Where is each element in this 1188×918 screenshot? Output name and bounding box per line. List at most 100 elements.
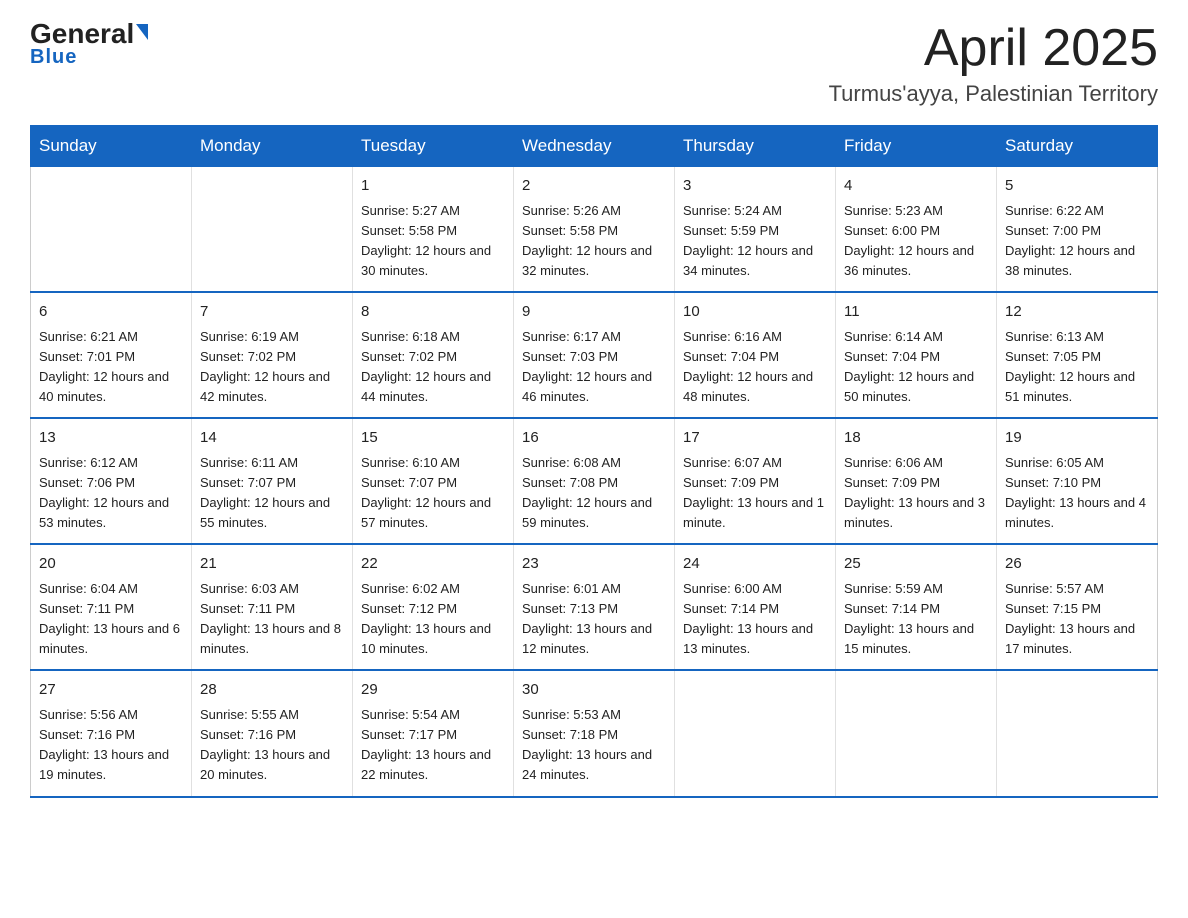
day-info: Sunrise: 5:57 AM Sunset: 7:15 PM Dayligh… — [1005, 579, 1149, 660]
calendar-cell: 9 Sunrise: 6:17 AM Sunset: 7:03 PM Daylig… — [514, 292, 675, 418]
calendar-week-row: 20 Sunrise: 6:04 AM Sunset: 7:11 PM Dayli… — [31, 544, 1158, 670]
day-number: 29 — [361, 679, 505, 702]
weekday-header-wednesday: Wednesday — [514, 126, 675, 167]
calendar-week-row: 1 Sunrise: 5:27 AM Sunset: 5:58 PM Daylig… — [31, 167, 1158, 293]
day-number: 11 — [844, 301, 988, 324]
day-info: Sunrise: 6:11 AM Sunset: 7:07 PM Dayligh… — [200, 453, 344, 534]
day-info: Sunrise: 6:19 AM Sunset: 7:02 PM Dayligh… — [200, 327, 344, 408]
day-info: Sunrise: 6:05 AM Sunset: 7:10 PM Dayligh… — [1005, 453, 1149, 534]
day-info: Sunrise: 5:27 AM Sunset: 5:58 PM Dayligh… — [361, 201, 505, 282]
calendar-cell: 17 Sunrise: 6:07 AM Sunset: 7:09 PM Dayli… — [675, 418, 836, 544]
day-info: Sunrise: 6:12 AM Sunset: 7:06 PM Dayligh… — [39, 453, 183, 534]
day-info: Sunrise: 6:14 AM Sunset: 7:04 PM Dayligh… — [844, 327, 988, 408]
day-number: 25 — [844, 553, 988, 576]
calendar-cell — [675, 670, 836, 796]
calendar-cell: 6Sunrise: 6:21 AM Sunset: 7:01 PM Daylig… — [31, 292, 192, 418]
day-number: 17 — [683, 427, 827, 450]
calendar-cell: 15Sunrise: 6:10 AM Sunset: 7:07 PM Dayli… — [353, 418, 514, 544]
calendar-cell: 21 Sunrise: 6:03 AM Sunset: 7:11 PM Dayli… — [192, 544, 353, 670]
weekday-row: SundayMondayTuesdayWednesdayThursdayFrid… — [31, 126, 1158, 167]
calendar-cell: 1 Sunrise: 5:27 AM Sunset: 5:58 PM Daylig… — [353, 167, 514, 293]
day-info: Sunrise: 5:23 AM Sunset: 6:00 PM Dayligh… — [844, 201, 988, 282]
day-info: Sunrise: 5:53 AM Sunset: 7:18 PM Dayligh… — [522, 705, 666, 786]
day-number: 9 — [522, 301, 666, 324]
calendar-cell: 13 Sunrise: 6:12 AM Sunset: 7:06 PM Dayli… — [31, 418, 192, 544]
day-number: 5 — [1005, 175, 1149, 198]
day-number: 22 — [361, 553, 505, 576]
calendar-cell: 20 Sunrise: 6:04 AM Sunset: 7:11 PM Dayli… — [31, 544, 192, 670]
calendar-cell: 14 Sunrise: 6:11 AM Sunset: 7:07 PM Dayli… — [192, 418, 353, 544]
day-info: Sunrise: 6:08 AM Sunset: 7:08 PM Dayligh… — [522, 453, 666, 534]
weekday-header-saturday: Saturday — [997, 126, 1158, 167]
weekday-header-thursday: Thursday — [675, 126, 836, 167]
day-info: Sunrise: 6:13 AM Sunset: 7:05 PM Dayligh… — [1005, 327, 1149, 408]
day-number: 3 — [683, 175, 827, 198]
page-subtitle: Turmus'ayya, Palestinian Territory — [829, 81, 1158, 107]
calendar-cell: 3Sunrise: 5:24 AM Sunset: 5:59 PM Daylig… — [675, 167, 836, 293]
calendar-week-row: 27Sunrise: 5:56 AM Sunset: 7:16 PM Dayli… — [31, 670, 1158, 796]
weekday-header-sunday: Sunday — [31, 126, 192, 167]
logo-blue: Blue — [30, 46, 77, 69]
day-number: 20 — [39, 553, 183, 576]
page-title: April 2025 — [829, 20, 1158, 77]
day-info: Sunrise: 6:01 AM Sunset: 7:13 PM Dayligh… — [522, 579, 666, 660]
calendar-cell — [31, 167, 192, 293]
day-info: Sunrise: 5:26 AM Sunset: 5:58 PM Dayligh… — [522, 201, 666, 282]
day-info: Sunrise: 6:22 AM Sunset: 7:00 PM Dayligh… — [1005, 201, 1149, 282]
calendar-cell: 24Sunrise: 6:00 AM Sunset: 7:14 PM Dayli… — [675, 544, 836, 670]
day-info: Sunrise: 6:00 AM Sunset: 7:14 PM Dayligh… — [683, 579, 827, 660]
day-number: 1 — [361, 175, 505, 198]
calendar-cell: 18Sunrise: 6:06 AM Sunset: 7:09 PM Dayli… — [836, 418, 997, 544]
day-info: Sunrise: 6:03 AM Sunset: 7:11 PM Dayligh… — [200, 579, 344, 660]
logo-general: General — [30, 20, 148, 48]
calendar-cell — [192, 167, 353, 293]
day-number: 19 — [1005, 427, 1149, 450]
calendar-cell: 26 Sunrise: 5:57 AM Sunset: 7:15 PM Dayli… — [997, 544, 1158, 670]
day-info: Sunrise: 5:55 AM Sunset: 7:16 PM Dayligh… — [200, 705, 344, 786]
calendar-cell: 11 Sunrise: 6:14 AM Sunset: 7:04 PM Dayli… — [836, 292, 997, 418]
calendar-cell: 27Sunrise: 5:56 AM Sunset: 7:16 PM Dayli… — [31, 670, 192, 796]
calendar-cell: 8Sunrise: 6:18 AM Sunset: 7:02 PM Daylig… — [353, 292, 514, 418]
day-info: Sunrise: 6:04 AM Sunset: 7:11 PM Dayligh… — [39, 579, 183, 660]
day-info: Sunrise: 6:16 AM Sunset: 7:04 PM Dayligh… — [683, 327, 827, 408]
calendar-cell — [836, 670, 997, 796]
day-info: Sunrise: 6:07 AM Sunset: 7:09 PM Dayligh… — [683, 453, 827, 534]
calendar-cell — [997, 670, 1158, 796]
day-number: 13 — [39, 427, 183, 450]
calendar-week-row: 6Sunrise: 6:21 AM Sunset: 7:01 PM Daylig… — [31, 292, 1158, 418]
title-block: April 2025 Turmus'ayya, Palestinian Terr… — [829, 20, 1158, 107]
day-number: 23 — [522, 553, 666, 576]
calendar-body: 1 Sunrise: 5:27 AM Sunset: 5:58 PM Daylig… — [31, 167, 1158, 797]
day-number: 26 — [1005, 553, 1149, 576]
day-number: 10 — [683, 301, 827, 324]
day-number: 21 — [200, 553, 344, 576]
calendar-table: SundayMondayTuesdayWednesdayThursdayFrid… — [30, 125, 1158, 797]
day-info: Sunrise: 6:21 AM Sunset: 7:01 PM Dayligh… — [39, 327, 183, 408]
day-info: Sunrise: 6:18 AM Sunset: 7:02 PM Dayligh… — [361, 327, 505, 408]
day-number: 30 — [522, 679, 666, 702]
day-number: 2 — [522, 175, 666, 198]
weekday-header-friday: Friday — [836, 126, 997, 167]
calendar-cell: 5 Sunrise: 6:22 AM Sunset: 7:00 PM Daylig… — [997, 167, 1158, 293]
calendar-cell: 28 Sunrise: 5:55 AM Sunset: 7:16 PM Dayli… — [192, 670, 353, 796]
calendar-cell: 4 Sunrise: 5:23 AM Sunset: 6:00 PM Daylig… — [836, 167, 997, 293]
day-number: 16 — [522, 427, 666, 450]
day-number: 12 — [1005, 301, 1149, 324]
day-info: Sunrise: 6:10 AM Sunset: 7:07 PM Dayligh… — [361, 453, 505, 534]
page-header: General Blue April 2025 Turmus'ayya, Pal… — [30, 20, 1158, 107]
calendar-cell: 25 Sunrise: 5:59 AM Sunset: 7:14 PM Dayli… — [836, 544, 997, 670]
day-info: Sunrise: 5:54 AM Sunset: 7:17 PM Dayligh… — [361, 705, 505, 786]
weekday-header-tuesday: Tuesday — [353, 126, 514, 167]
weekday-header-monday: Monday — [192, 126, 353, 167]
day-info: Sunrise: 5:59 AM Sunset: 7:14 PM Dayligh… — [844, 579, 988, 660]
calendar-cell: 29 Sunrise: 5:54 AM Sunset: 7:17 PM Dayli… — [353, 670, 514, 796]
calendar-cell: 22 Sunrise: 6:02 AM Sunset: 7:12 PM Dayli… — [353, 544, 514, 670]
day-number: 14 — [200, 427, 344, 450]
day-number: 28 — [200, 679, 344, 702]
calendar-cell: 2 Sunrise: 5:26 AM Sunset: 5:58 PM Daylig… — [514, 167, 675, 293]
day-info: Sunrise: 6:02 AM Sunset: 7:12 PM Dayligh… — [361, 579, 505, 660]
day-info: Sunrise: 6:17 AM Sunset: 7:03 PM Dayligh… — [522, 327, 666, 408]
day-info: Sunrise: 5:56 AM Sunset: 7:16 PM Dayligh… — [39, 705, 183, 786]
day-number: 4 — [844, 175, 988, 198]
calendar-cell: 10 Sunrise: 6:16 AM Sunset: 7:04 PM Dayli… — [675, 292, 836, 418]
